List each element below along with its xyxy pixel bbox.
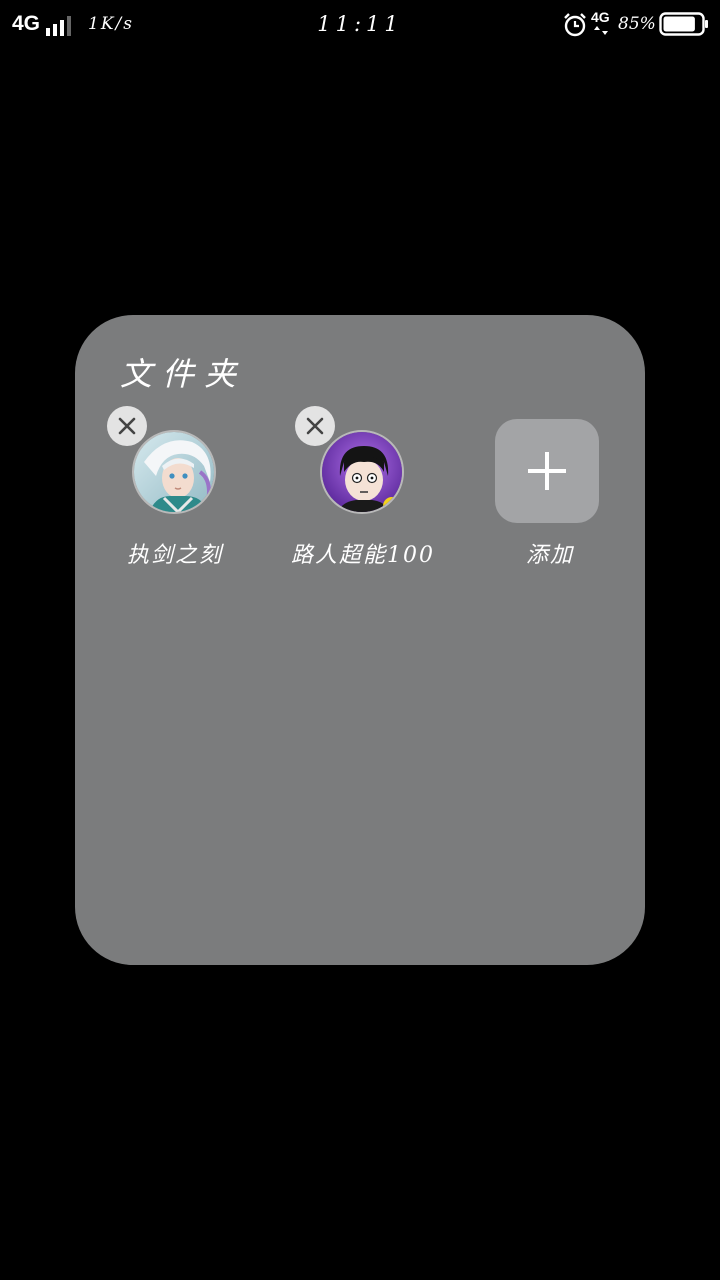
close-icon xyxy=(306,417,324,435)
folder-app-item[interactable]: 执剑之刻 xyxy=(95,405,255,585)
folder-app-item[interactable]: 路人超能100 xyxy=(283,405,443,585)
folder-title[interactable]: 文件夹 xyxy=(120,349,246,395)
data-arrows-icon xyxy=(594,26,608,35)
status-bar: 4G 1K/s 11:11 4G 85% xyxy=(0,0,720,50)
remove-app-button[interactable] xyxy=(295,406,335,446)
alarm-clock-icon xyxy=(564,13,586,37)
remove-app-button[interactable] xyxy=(107,406,147,446)
battery-icon xyxy=(659,12,708,36)
battery-percent: 85% xyxy=(618,14,656,34)
app-label: 路人超能100 xyxy=(291,543,435,568)
app-avatar-mob-icon[interactable] xyxy=(320,430,404,514)
add-app-button[interactable] xyxy=(495,419,599,523)
network-type-label-2: 4G xyxy=(591,9,610,25)
app-avatar-white-hair-icon[interactable] xyxy=(132,430,216,514)
plus-icon xyxy=(528,452,566,490)
app-label: 执剑之刻 xyxy=(126,543,223,568)
clock-time: 11:11 xyxy=(317,12,403,36)
folder-panel: 文件夹 执剑之刻 路人超能100 添加 xyxy=(75,315,645,965)
add-label: 添加 xyxy=(525,543,574,568)
close-icon xyxy=(118,417,136,435)
add-app-item[interactable]: 添加 xyxy=(470,405,630,585)
